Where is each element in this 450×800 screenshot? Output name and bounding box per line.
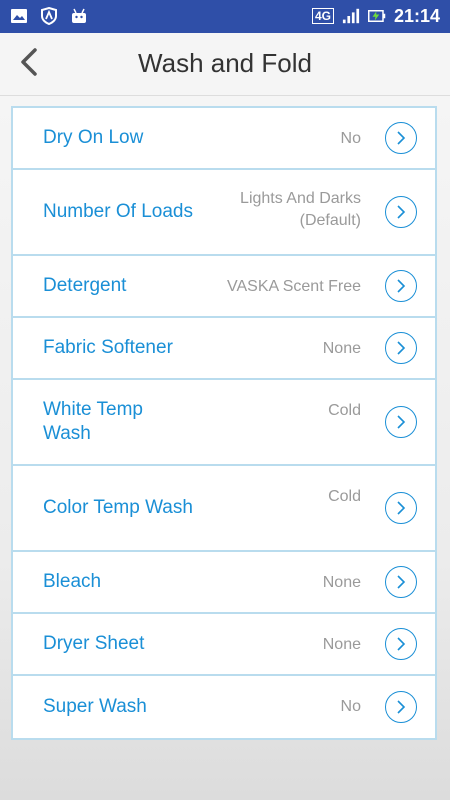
status-left (10, 7, 88, 25)
option-label: White Temp Wash (43, 399, 143, 444)
chevron-right-icon[interactable] (385, 332, 417, 364)
option-value: None (322, 574, 361, 591)
header-bar: Wash and Fold (0, 33, 450, 96)
option-value: None (322, 636, 361, 653)
page-title: Wash and Fold (138, 48, 312, 78)
options-list: Dry On Low No Number Of Loads Lights And… (11, 106, 437, 740)
option-label: Number Of Loads (43, 201, 193, 222)
status-right: 4G 21:14 (311, 5, 440, 27)
chevron-right-icon[interactable] (385, 628, 417, 660)
option-value: Lights And Darks (Default) (240, 190, 361, 229)
option-value: VASKA Scent Free (227, 278, 361, 295)
option-row-fabric-softener[interactable]: Fabric Softener None (13, 318, 435, 380)
option-row-color-temp-wash[interactable]: Color Temp Wash Cold (13, 466, 435, 552)
chevron-right-icon[interactable] (385, 196, 417, 228)
status-bar: 4G 21:14 (0, 0, 450, 33)
chevron-right-icon[interactable] (385, 406, 417, 438)
option-label: Color Temp Wash (43, 497, 193, 518)
shield-icon (40, 7, 58, 25)
option-label: Super Wash (43, 696, 147, 717)
chevron-right-icon[interactable] (385, 566, 417, 598)
option-label: Bleach (43, 571, 102, 592)
chevron-right-icon[interactable] (385, 492, 417, 524)
option-value: None (322, 340, 361, 357)
option-row-dry-on-low[interactable]: Dry On Low No (13, 108, 435, 170)
signal-icon (342, 7, 360, 25)
option-row-white-temp-wash[interactable]: White Temp Wash Cold (13, 380, 435, 466)
option-row-super-wash[interactable]: Super Wash No (13, 676, 435, 738)
option-row-bleach[interactable]: Bleach None (13, 552, 435, 614)
option-value: Cold (328, 488, 361, 505)
chevron-right-icon[interactable] (385, 270, 417, 302)
option-label: Dry On Low (43, 127, 144, 148)
option-row-number-of-loads[interactable]: Number Of Loads Lights And Darks (Defaul… (13, 170, 435, 256)
option-label: Dryer Sheet (43, 633, 145, 654)
option-row-dryer-sheet[interactable]: Dryer Sheet None (13, 614, 435, 676)
network-type: 4G (311, 8, 334, 24)
option-value: No (340, 698, 361, 715)
chevron-right-icon[interactable] (385, 122, 417, 154)
android-icon (70, 7, 88, 25)
clock: 21:14 (393, 5, 440, 26)
option-value: Cold (328, 402, 361, 419)
gallery-icon (10, 7, 28, 25)
option-row-detergent[interactable]: Detergent VASKA Scent Free (13, 256, 435, 318)
chevron-right-icon[interactable] (385, 691, 417, 723)
battery-charging-icon (367, 7, 386, 25)
option-value: No (340, 130, 361, 147)
